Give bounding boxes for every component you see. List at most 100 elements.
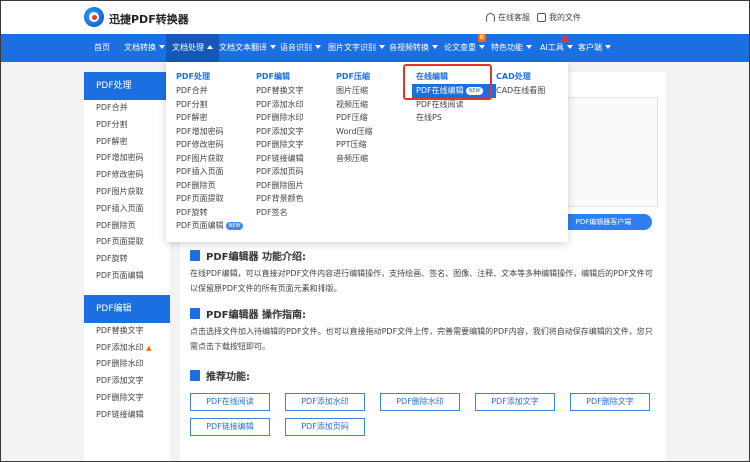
feature-button[interactable]: PDF添加页码 — [285, 418, 365, 436]
doc-process-dropdown: PDF处理 PDF合并 PDF分割 PDF解密 PDF增加密码 PDF修改密码 … — [166, 62, 568, 242]
chevron-down-icon — [566, 45, 573, 49]
nav-doc-process-label: 文档处理 — [172, 43, 204, 52]
feature-button[interactable]: PDF添加文字 — [475, 393, 555, 411]
dropdown-item[interactable]: PDF旋转 — [176, 206, 243, 220]
dropdown-item[interactable]: PDF页面提取 — [176, 192, 243, 206]
dropdown-item[interactable]: CAD在线看图 — [496, 84, 545, 98]
dropdown-item[interactable]: PDF背景颜色 — [256, 192, 304, 206]
feature-button[interactable]: PDF在线阅读 — [190, 393, 270, 411]
chevron-down-icon — [432, 45, 438, 49]
dropdown-item[interactable]: PDF添加页码 — [256, 165, 304, 179]
dropdown-item[interactable]: PDF链接编辑 — [256, 152, 304, 166]
nav-client[interactable]: 客户端 — [578, 34, 611, 62]
dropdown-item[interactable]: PDF添加水印 — [256, 98, 304, 112]
sidebar-item[interactable]: PDF图片获取 — [84, 184, 170, 201]
dropdown-item[interactable]: PDF修改密码 — [176, 138, 243, 152]
recommend-title: 推荐功能: — [190, 368, 250, 383]
dropdown-item[interactable]: PDF分割 — [176, 98, 243, 112]
red-arrow-icon — [560, 34, 570, 42]
sidebar-item[interactable]: PDF删除水印 — [84, 356, 170, 373]
dropdown-item[interactable]: PDF图片获取 — [176, 152, 243, 166]
dropdown-col-title: PDF处理 — [176, 72, 210, 81]
chevron-down-icon — [270, 45, 276, 49]
sidebar-item[interactable]: PDF增加密码 — [84, 150, 170, 167]
chevron-down-icon — [379, 45, 385, 49]
intro-text: 在线PDF编辑，可以直接对PDF文件内容进行编辑操作，支持绘画、签名、图像、注释… — [190, 269, 653, 293]
dropdown-item-label: PDF页面编辑 — [176, 221, 224, 230]
dropdown-col-compress: PDF压缩 图片压缩 视频压缩 PDF压缩 Word压缩 PPT压缩 音频压缩 — [336, 70, 373, 165]
sidebar-item-label: PDF添加水印 — [96, 342, 144, 352]
sidebar-section-pdf-process[interactable]: PDF处理 — [84, 72, 170, 100]
dropdown-col-title: CAD处理 — [496, 72, 531, 81]
chevron-down-icon — [479, 45, 485, 49]
nav-av-convert[interactable]: 音视频转换 — [389, 34, 438, 62]
nav-ai-tools-label: AI工具 — [540, 43, 564, 52]
dropdown-item[interactable]: 视频压缩 — [336, 98, 373, 112]
dropdown-item[interactable]: PDF删除图片 — [256, 179, 304, 193]
nav-features[interactable]: 特色功能 — [491, 34, 532, 62]
sidebar-item[interactable]: PDF添加水印 ▲ — [84, 340, 170, 357]
sidebar-item[interactable]: PDF添加文字 — [84, 373, 170, 390]
sidebar-item[interactable]: PDF删除文字 — [84, 390, 170, 407]
sidebar-item[interactable]: PDF旋转 — [84, 251, 170, 268]
nav-ocr[interactable]: 图片文字识别 — [328, 34, 385, 62]
sidebar-item[interactable]: PDF分割 — [84, 117, 170, 134]
sidebar-item[interactable]: PDF合并 — [84, 100, 170, 117]
dropdown-item[interactable]: PDF签名 — [256, 206, 304, 220]
nav-doc-translate-label: 文档文本翻译 — [219, 43, 267, 52]
dropdown-item[interactable]: PDF页面编辑 NEW — [176, 219, 244, 233]
online-service-link[interactable]: 在线客服 — [486, 12, 530, 23]
dropdown-item[interactable]: PDF删除水印 — [256, 111, 304, 125]
sidebar-item[interactable]: PDF解密 — [84, 134, 170, 151]
dropdown-item[interactable]: 在线PS — [416, 111, 496, 125]
sidebar-item[interactable]: PDF修改密码 — [84, 167, 170, 184]
dropdown-item[interactable]: PPT压缩 — [336, 138, 373, 152]
dropdown-item[interactable]: PDF合并 — [176, 84, 243, 98]
chevron-down-icon — [315, 45, 321, 49]
brand-name[interactable]: 迅捷PDF转换器 — [109, 11, 189, 27]
sidebar-item[interactable]: PDF删除页 — [84, 218, 170, 235]
sidebar-item[interactable]: PDF页面编辑 — [84, 268, 170, 285]
feature-button[interactable]: PDF删除文字 — [570, 393, 650, 411]
feature-button[interactable]: PDF链接编辑 — [190, 418, 270, 436]
left-sidebar: PDF处理 PDF合并 PDF分割 PDF解密 PDF增加密码 PDF修改密码 … — [84, 72, 170, 462]
nav-ocr-label: 图片文字识别 — [328, 43, 376, 52]
client-download-button[interactable]: PDF编辑器客户端 — [555, 214, 652, 230]
feature-button[interactable]: PDF添加水印 — [285, 393, 365, 411]
nav-features-label: 特色功能 — [491, 43, 523, 52]
feature-button[interactable]: PDF删除水印 — [380, 393, 460, 411]
dropdown-item[interactable]: PDF压缩 — [336, 111, 373, 125]
dropdown-item[interactable]: PDF删除文字 — [256, 138, 304, 152]
dropdown-item[interactable]: Word压缩 — [336, 125, 373, 139]
chevron-down-icon — [159, 45, 165, 49]
nav-doc-convert[interactable]: 文档转换 — [124, 34, 165, 62]
new-badge: NEW — [225, 222, 244, 230]
file-icon — [537, 13, 546, 22]
dropdown-item[interactable]: PDF替换文字 — [256, 84, 304, 98]
nav-speech[interactable]: 语音识别 — [280, 34, 321, 62]
top-header: 迅捷PDF转换器 在线客服 我的文件 — [0, 0, 750, 34]
dropdown-item[interactable]: 音频压缩 — [336, 152, 373, 166]
app-logo-icon[interactable] — [84, 7, 104, 27]
sidebar-section-pdf-edit[interactable]: PDF编辑 — [84, 294, 170, 323]
dropdown-col-title: PDF编辑 — [256, 72, 290, 81]
hot-badge: 新 — [478, 34, 486, 42]
sidebar-item[interactable]: PDF页面提取 — [84, 234, 170, 251]
my-files-link[interactable]: 我的文件 — [537, 12, 581, 23]
nav-paper-check-label: 论文查重 — [444, 43, 476, 52]
nav-doc-translate[interactable]: 文档文本翻译 — [219, 34, 276, 62]
dropdown-item[interactable]: PDF插入页面 — [176, 165, 243, 179]
nav-home[interactable]: 首页 — [94, 34, 110, 62]
dropdown-item[interactable]: PDF增加密码 — [176, 125, 243, 139]
sidebar-item[interactable]: PDF插入页面 — [84, 201, 170, 218]
nav-doc-process[interactable]: 文档处理 — [166, 34, 219, 62]
dropdown-item[interactable]: PDF删除页 — [176, 179, 243, 193]
dropdown-item[interactable]: PDF解密 — [176, 111, 243, 125]
sidebar-item[interactable]: PDF替换文字 — [84, 323, 170, 340]
dropdown-item[interactable]: 图片压缩 — [336, 84, 373, 98]
highlight-box — [403, 64, 492, 100]
dropdown-col-pdf-process: PDF处理 PDF合并 PDF分割 PDF解密 PDF增加密码 PDF修改密码 … — [176, 70, 244, 233]
sidebar-item[interactable]: PDF链接编辑 — [84, 407, 170, 424]
dropdown-item[interactable]: PDF添加文字 — [256, 125, 304, 139]
chevron-up-icon — [207, 45, 213, 49]
